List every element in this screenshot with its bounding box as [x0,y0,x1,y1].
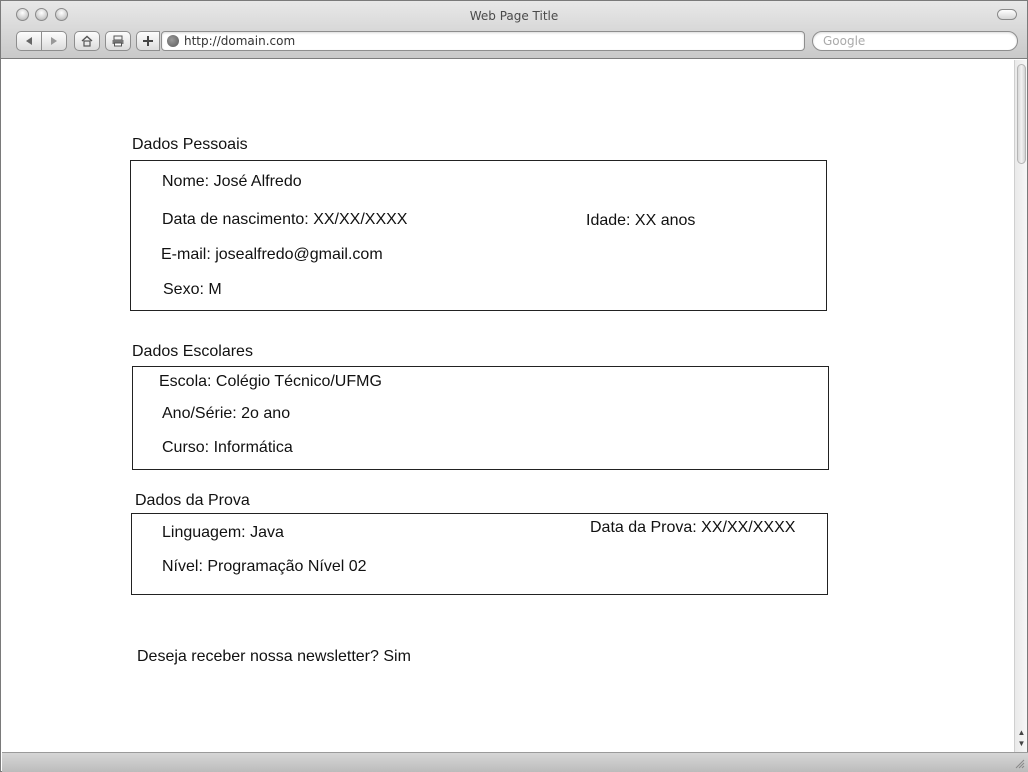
search-field[interactable] [812,31,1018,51]
name-field: Nome: José Alfredo [162,173,302,190]
school-data-box: Escola: Colégio Técnico/UFMG Ano/Série: … [132,366,829,470]
resize-grip-icon[interactable] [1015,759,1025,769]
personal-data-box: Nome: José Alfredo Data de nascimento: X… [130,160,827,311]
age-field: Idade: XX anos [586,212,696,229]
exam-data-heading: Dados da Prova [135,492,250,509]
forward-button[interactable] [41,31,67,51]
sex-field: Sexo: M [163,281,222,298]
site-globe-icon [167,35,179,47]
address-bar[interactable]: http://domain.com [161,31,805,51]
language-field: Linguagem: Java [162,524,284,541]
search-input[interactable] [823,34,1003,48]
status-bar [2,752,1028,772]
scroll-up-icon[interactable]: ▲ [1017,728,1026,738]
vertical-scrollbar[interactable]: ▲ ▼ [1014,60,1027,752]
address-url: http://domain.com [184,34,296,48]
back-arrow-icon [26,37,32,45]
browser-window: Web Page Title http://domain.com Dados P… [0,0,1028,772]
grade-field: Ano/Série: 2o ano [162,405,291,422]
page-content: Dados Pessoais Nome: José Alfredo Data d… [2,60,1014,752]
add-bookmark-button[interactable] [136,31,160,51]
newsletter-text: Deseja receber nossa newsletter? Sim [137,648,411,665]
email-field: E-mail: josealfredo@gmail.com [161,246,383,263]
toolbar-toggle-button[interactable] [997,9,1017,20]
print-button[interactable] [105,31,131,51]
school-data-heading: Dados Escolares [132,343,253,360]
course-field: Curso: Informática [162,439,293,456]
personal-data-heading: Dados Pessoais [132,136,248,153]
birthdate-field: Data de nascimento: XX/XX/XXXX [162,211,408,228]
forward-arrow-icon [51,37,57,45]
school-field: Escola: Colégio Técnico/UFMG [159,373,382,390]
window-title: Web Page Title [469,9,559,23]
home-icon [81,35,93,47]
back-button[interactable] [16,31,42,51]
plus-icon [143,36,153,46]
exam-date-field: Data da Prova: XX/XX/XXXX [590,519,796,536]
home-button[interactable] [74,31,100,51]
printer-icon [112,35,124,47]
level-field: Nível: Programação Nível 02 [162,558,367,575]
scrollbar-thumb[interactable] [1017,64,1026,164]
scroll-down-icon[interactable]: ▼ [1017,739,1026,749]
exam-data-box: Linguagem: Java Data da Prova: XX/XX/XXX… [131,513,828,595]
browser-toolbar: Web Page Title http://domain.com [1,1,1027,59]
